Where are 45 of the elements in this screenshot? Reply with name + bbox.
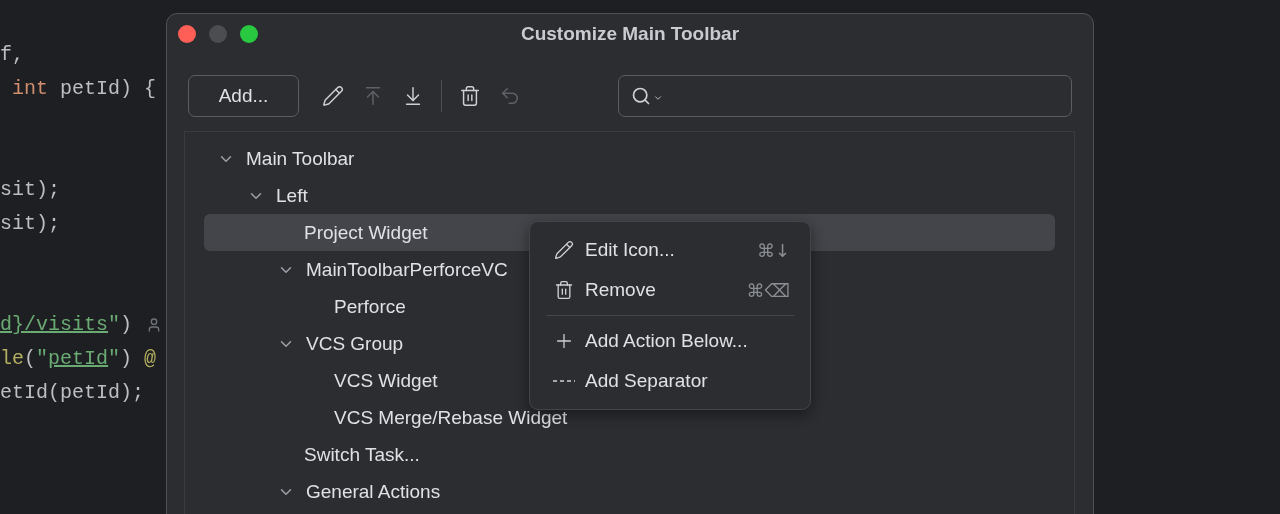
code-text: @ [144,346,157,373]
code-text: " [36,346,49,373]
menu-item-label: Add Action Below... [585,330,748,352]
code-text: le [0,346,24,373]
menu-item[interactable]: Add Action Below... [530,321,810,361]
tree-item[interactable]: Perforce [334,295,406,318]
menu-item[interactable]: Remove ⌘⌫ [530,270,810,310]
search-icon [631,86,651,106]
search-field[interactable] [618,75,1072,117]
tree-item[interactable]: Project Widget [304,221,428,244]
add-button[interactable]: Add... [188,75,299,117]
code-text: sit); [0,211,60,237]
code-text: etId(petId); [0,379,145,406]
menu-item-label: Remove [585,279,656,301]
code-text: ( [24,346,37,373]
close-button[interactable] [178,25,196,43]
tree-item[interactable]: VCS Merge/Rebase Widget [334,406,568,429]
shortcut-text: ⌘↓ [756,239,790,261]
window-title: Customize Main Toolbar [520,23,740,45]
menu-item[interactable]: Edit Icon... ⌘↓ [530,230,810,270]
code-text: petId) { [59,75,157,102]
shortcut-text: ⌘⌫ [746,279,790,301]
caret-icon [653,93,663,103]
code-text: int [11,75,48,102]
code-text: ) [120,312,133,339]
menu-item-label: Add Separator [585,370,708,392]
code-text: " [108,346,121,373]
code-text: " [108,312,121,339]
tree-item[interactable]: Main Toolbar [246,147,355,170]
menu-item-label: Edit Icon... [585,239,675,261]
tree-item[interactable]: General Actions [306,480,441,503]
code-text: ) [120,346,134,373]
code-text: sit); [0,177,60,204]
pencil-icon [552,240,576,260]
tree-item[interactable]: VCS Group [306,332,404,355]
tree-item[interactable]: Switch Task... [304,443,420,466]
tree-item[interactable]: MainToolbarPerforceVC [306,258,508,281]
code-text: petId [48,346,109,373]
tree-item[interactable]: Left [276,184,308,207]
code-text: f, [0,42,24,68]
dashed-line-icon [552,379,576,383]
tree-item[interactable]: VCS Widget [334,369,438,392]
menu-item[interactable]: Add Separator [530,361,810,401]
zoom-button[interactable] [240,25,258,43]
code-text: d}/visits [0,312,109,339]
